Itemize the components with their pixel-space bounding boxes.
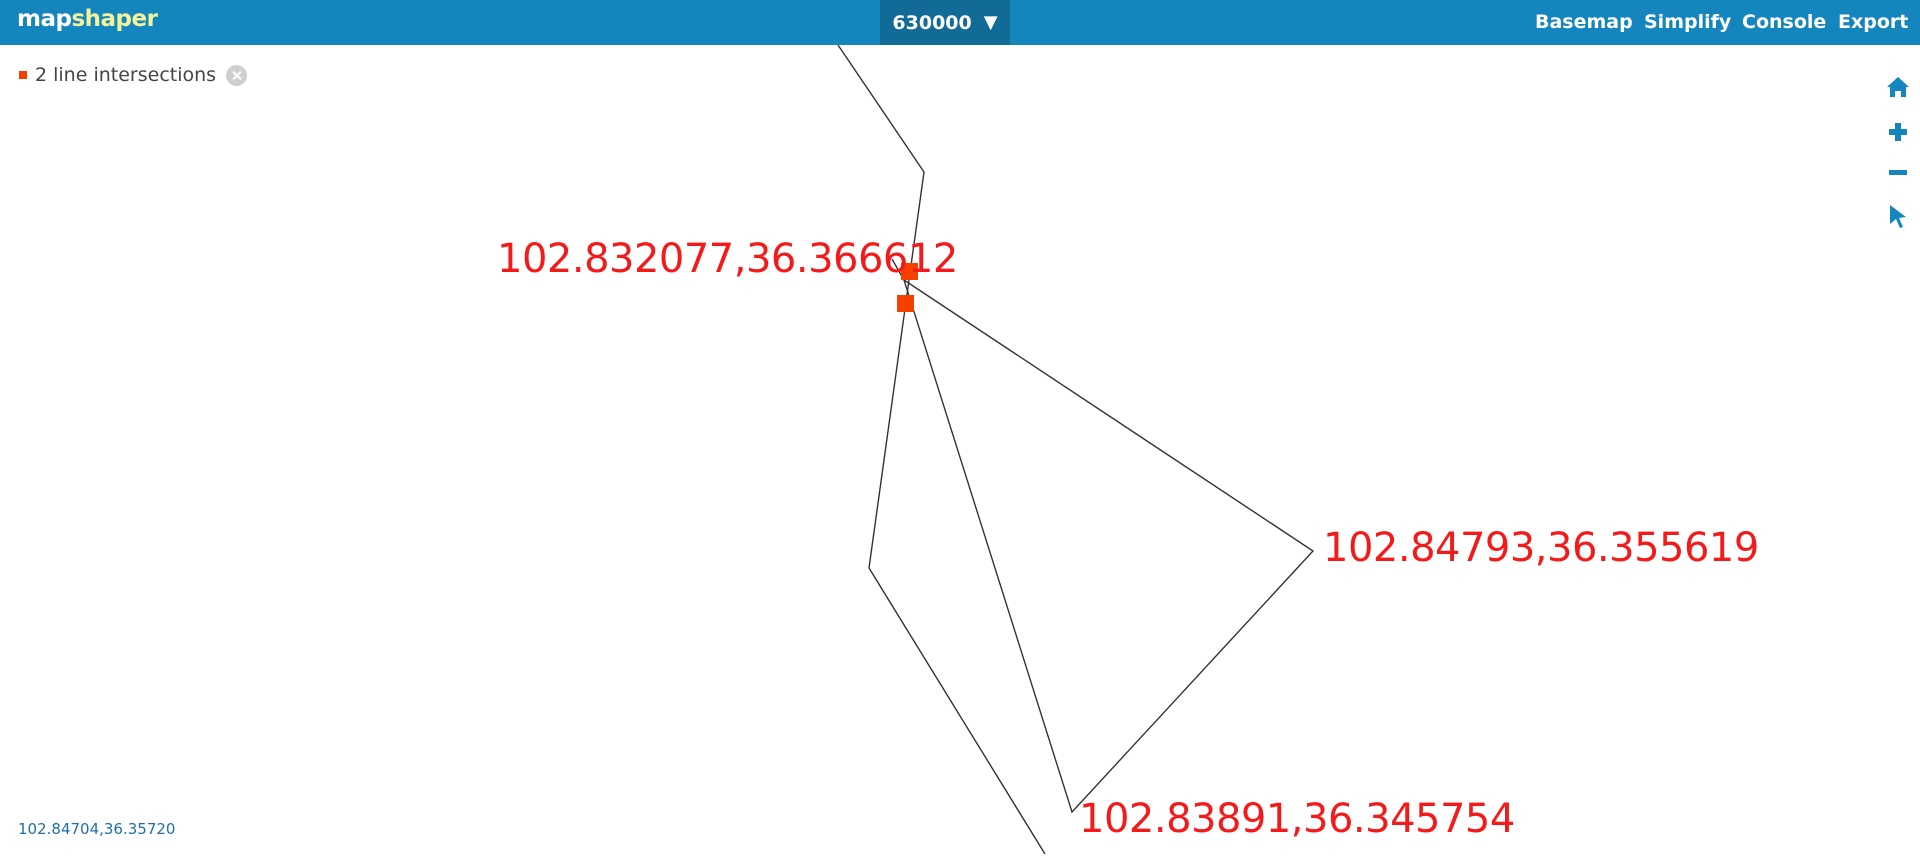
map-label-point2: 102.84793,36.355619: [1323, 525, 1759, 571]
logo-map-text: map: [17, 6, 72, 32]
menu-simplify[interactable]: Simplify: [1644, 11, 1731, 33]
app-logo: mapshaper: [17, 6, 158, 32]
menu-basemap[interactable]: Basemap: [1535, 11, 1633, 33]
select-pointer-icon[interactable]: [1884, 202, 1912, 230]
intersection-marker-2[interactable]: [897, 295, 914, 312]
polygon-outline-east: [891, 258, 1315, 814]
polygon-outline-west: [837, 44, 1046, 855]
close-icon[interactable]: [226, 64, 248, 86]
intersections-text: 2 line intersections: [35, 64, 217, 86]
map-svg: [837, 44, 1315, 855]
menu-export[interactable]: Export: [1838, 11, 1908, 33]
logo-shaper-text: shaper: [71, 6, 158, 32]
top-bar: mapshaper 630000 ▼ Basemap Simplify Cons…: [0, 0, 1920, 45]
map-canvas[interactable]: [0, 44, 1920, 855]
map-label-point3: 102.83891,36.345754: [1079, 796, 1515, 842]
intersection-swatch: [19, 71, 27, 79]
cursor-coordinates: 102.84704,36.35720: [18, 820, 176, 838]
map-label-point1: 102.832077,36.366612: [497, 236, 958, 282]
home-icon[interactable]: [1884, 73, 1912, 101]
zoom-out-icon[interactable]: [1884, 159, 1912, 187]
menu-console[interactable]: Console: [1742, 11, 1826, 33]
intersections-notice: 2 line intersections: [19, 64, 248, 86]
layer-selector-button[interactable]: 630000 ▼: [880, 0, 1010, 45]
caret-down-icon: ▼: [983, 12, 998, 33]
zoom-in-icon[interactable]: [1884, 118, 1912, 146]
layer-name: 630000: [892, 11, 972, 34]
